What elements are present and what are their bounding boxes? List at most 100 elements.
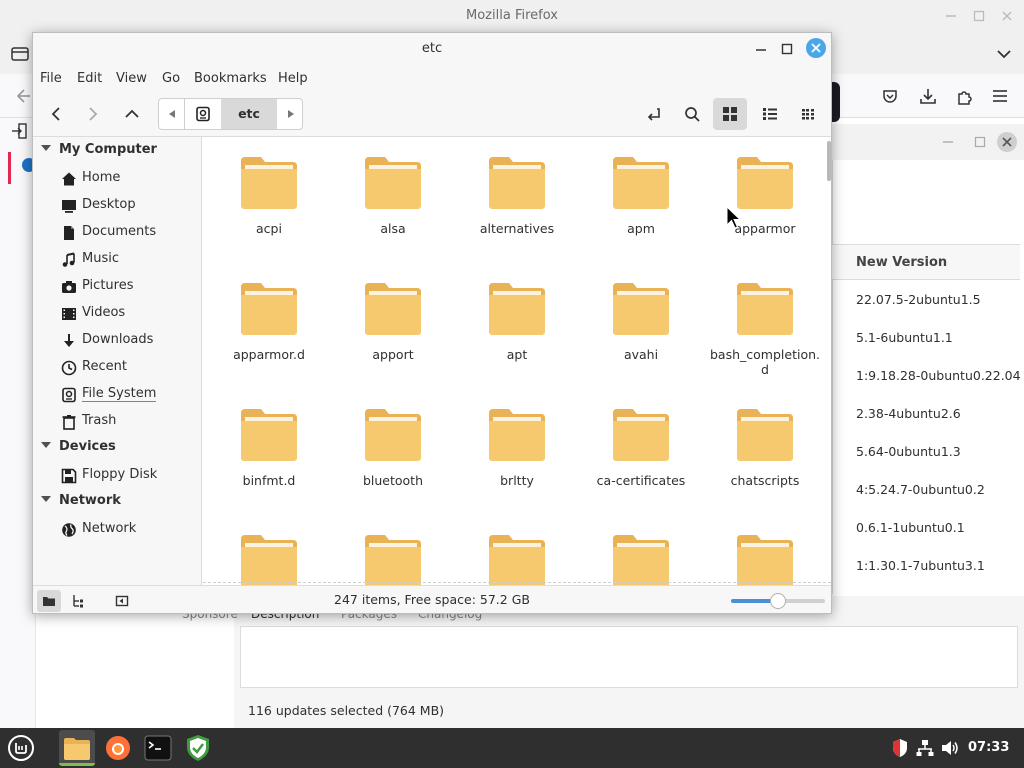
sidebar-item-label: Floppy Disk	[82, 467, 158, 482]
folder-item[interactable]: avahi	[586, 267, 696, 377]
update-shield-tray-icon[interactable]	[890, 738, 910, 758]
list-view-icon	[763, 108, 777, 120]
folder-item[interactable]	[338, 519, 448, 585]
folder-icon	[613, 409, 669, 461]
folder-name: binfmt.d	[242, 473, 296, 488]
folder-item[interactable]: brltty	[462, 393, 572, 503]
hamburger-menu-icon[interactable]	[990, 86, 1010, 106]
drive-icon[interactable]	[195, 106, 211, 122]
clock[interactable]: 07:33	[968, 740, 1009, 755]
folder-item[interactable]: alsa	[338, 141, 448, 251]
zoom-slider[interactable]	[731, 593, 825, 609]
chevron-up-icon	[125, 109, 139, 118]
search-button[interactable]	[677, 99, 707, 129]
menu-help[interactable]: Help	[278, 71, 308, 86]
folder-icon	[613, 283, 669, 335]
location-entry-icon	[647, 108, 660, 121]
section-network[interactable]: Network	[41, 493, 121, 513]
menu-file[interactable]: File	[40, 71, 62, 86]
folder-item[interactable]: binfmt.d	[214, 393, 324, 503]
folder-item[interactable]: apm	[586, 141, 696, 251]
terminal-icon	[144, 735, 172, 761]
folder-name: apm	[627, 221, 655, 236]
tab-list-icon[interactable]	[10, 44, 30, 64]
icon-view-button[interactable]	[713, 98, 747, 130]
taskbar-files[interactable]	[59, 730, 95, 766]
section-devices[interactable]: Devices	[41, 439, 116, 459]
sidebar-item-label: Home	[82, 170, 121, 185]
column-header-new-version[interactable]: New Version	[832, 244, 1020, 280]
folder-item[interactable]: alternatives	[462, 141, 572, 251]
volume-tray-icon[interactable]	[940, 738, 960, 758]
folder-item[interactable]: chatscripts	[710, 393, 820, 503]
zoom-slider-handle[interactable]	[770, 593, 786, 609]
version-cell: 1:1.30.1-7ubuntu3.1	[856, 558, 985, 573]
folder-item[interactable]	[710, 519, 820, 585]
folder-item[interactable]: acpi	[214, 141, 324, 251]
folder-icon	[365, 409, 421, 461]
path-right-arrow-icon[interactable]	[286, 109, 296, 119]
taskbar-update-manager[interactable]	[180, 730, 216, 766]
folder-item[interactable]: ca-certificates	[586, 393, 696, 503]
path-segment-etc[interactable]: etc	[221, 99, 277, 129]
taskbar-firefox[interactable]	[100, 730, 136, 766]
folder-item[interactable]	[214, 519, 324, 585]
section-my-computer[interactable]: My Computer	[41, 142, 157, 162]
folder-name: brltty	[500, 473, 534, 488]
folder-icon	[489, 535, 545, 585]
mint-logo-icon	[8, 735, 34, 761]
folder-icon	[737, 409, 793, 461]
minimize-icon[interactable]	[942, 136, 954, 148]
chevron-down-icon[interactable]	[994, 44, 1014, 64]
sidebar-item-label: Recent	[82, 359, 127, 374]
maximize-icon[interactable]	[972, 9, 986, 23]
folder-icon	[241, 535, 297, 585]
version-cell: 1:9.18.28-0ubuntu0.22.04.	[856, 368, 1020, 383]
list-view-button[interactable]	[755, 99, 785, 129]
menu-go[interactable]: Go	[162, 71, 180, 86]
mouse-cursor-icon	[726, 206, 742, 229]
taskbar-terminal[interactable]	[140, 730, 176, 766]
toggle-location-button[interactable]	[639, 99, 669, 129]
maximize-icon[interactable]	[974, 136, 986, 148]
folder-name: bash_completion.d	[710, 347, 820, 377]
scrollbar-thumb[interactable]	[827, 141, 831, 181]
minimize-icon[interactable]	[753, 41, 769, 57]
close-button[interactable]	[806, 38, 826, 58]
folder-item[interactable]: bluetooth	[338, 393, 448, 503]
menu-bookmarks[interactable]: Bookmarks	[194, 71, 267, 86]
folder-item[interactable]: apparmor.d	[214, 267, 324, 377]
menu-button[interactable]	[3, 730, 39, 766]
drive-icon	[62, 387, 76, 403]
folder-item[interactable]	[586, 519, 696, 585]
menu-edit[interactable]: Edit	[77, 71, 102, 86]
folder-item[interactable]: apt	[462, 267, 572, 377]
downloads-icon[interactable]	[918, 86, 938, 106]
back-icon[interactable]	[12, 86, 32, 106]
music-icon	[62, 252, 75, 267]
back-button[interactable]	[41, 99, 71, 129]
folder-name: ca-certificates	[596, 473, 686, 488]
folder-item[interactable]: bash_completion.d	[710, 267, 820, 377]
menu-view[interactable]: View	[116, 71, 147, 86]
taskbar: 07:33	[0, 728, 1024, 768]
up-button[interactable]	[117, 99, 147, 129]
firefox-sidebar	[0, 118, 36, 728]
forward-button[interactable]	[78, 99, 108, 129]
path-left-arrow-icon[interactable]	[167, 109, 177, 119]
folder-item[interactable]	[462, 519, 572, 585]
compact-view-button[interactable]	[794, 99, 824, 129]
close-icon	[811, 43, 821, 53]
pocket-icon[interactable]	[880, 86, 900, 106]
network-tray-icon[interactable]	[915, 738, 935, 758]
folder-item[interactable]: apparmor	[710, 141, 820, 251]
close-icon[interactable]	[1000, 9, 1014, 23]
close-button[interactable]	[997, 132, 1017, 152]
login-icon[interactable]	[10, 122, 30, 142]
expand-arrow-icon	[41, 442, 51, 448]
folder-item[interactable]: apport	[338, 267, 448, 377]
minimize-icon[interactable]	[944, 9, 958, 23]
extensions-icon[interactable]	[955, 86, 975, 106]
shield-icon	[187, 735, 209, 761]
maximize-icon[interactable]	[779, 41, 795, 57]
